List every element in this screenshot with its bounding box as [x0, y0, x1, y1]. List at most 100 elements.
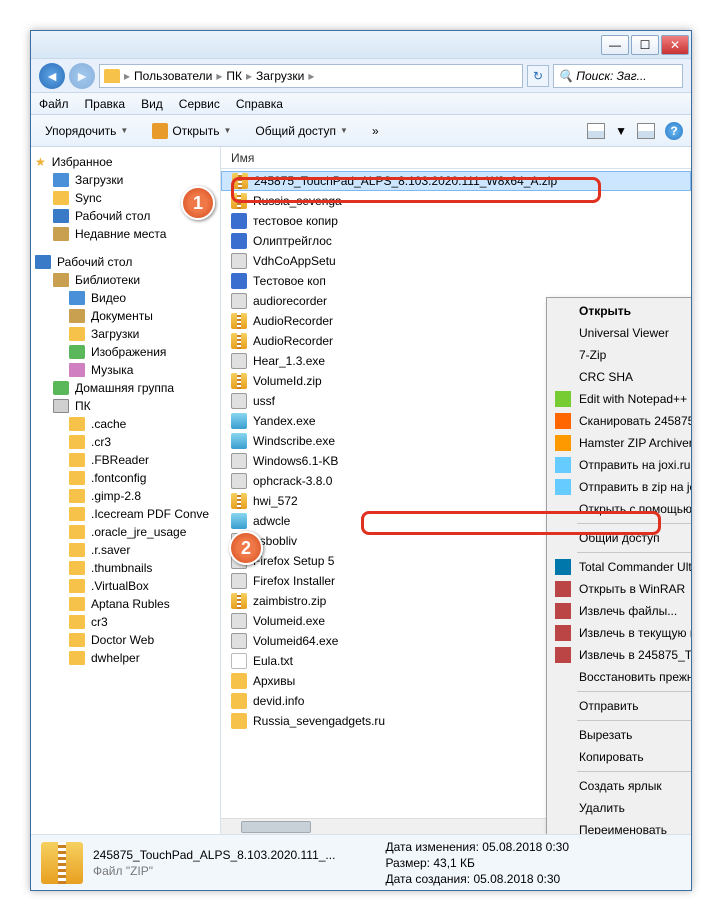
breadcrumb-downloads[interactable]: Загрузки	[256, 69, 304, 83]
sidebar-item-music[interactable]: Музыка	[35, 361, 216, 379]
sidebar-libraries[interactable]: Библиотеки	[35, 271, 216, 289]
sidebar-item-folder[interactable]: .fontconfig	[35, 469, 216, 487]
ctx-shortcut[interactable]: Создать ярлык	[549, 775, 691, 797]
ctx-extract-to[interactable]: Извлечь в 245875_TouchPad_ALPS_8.103.202…	[549, 644, 691, 666]
ctx-extract-files[interactable]: Извлечь файлы...	[549, 600, 691, 622]
file-row[interactable]: Russia_sevenga	[221, 191, 691, 211]
sidebar-item-downloads[interactable]: Загрузки	[35, 171, 216, 189]
doc-icon	[231, 213, 247, 229]
ctx-rename[interactable]: Переименовать	[549, 819, 691, 834]
folder-icon	[69, 633, 85, 647]
ctx-universal-viewer[interactable]: Universal Viewer	[549, 322, 691, 344]
view-icon[interactable]	[587, 123, 605, 139]
ctx-delete[interactable]: Удалить	[549, 797, 691, 819]
ctx-7zip[interactable]: 7-Zip▶	[549, 344, 691, 366]
sidebar-favorites[interactable]: ★Избранное	[35, 153, 216, 171]
label: .VirtualBox	[91, 579, 149, 593]
folder-icon	[69, 651, 85, 665]
share-button[interactable]: Общий доступ▼	[249, 122, 354, 140]
body: ★Избранное Загрузки Sync Рабочий стол Не…	[31, 147, 691, 834]
help-icon[interactable]: ?	[665, 122, 683, 140]
file-row[interactable]: 245875_TouchPad_ALPS_8.103.2020.111_W8x6…	[221, 171, 691, 191]
ctx-cut[interactable]: Вырезать	[549, 724, 691, 746]
sidebar-item-folder[interactable]: cr3	[35, 613, 216, 631]
ctx-share[interactable]: Общий доступ▶	[549, 527, 691, 549]
refresh-button[interactable]: ↻	[527, 65, 549, 87]
file-name: VdhCoAppSetu	[253, 254, 336, 268]
ctx-extract-here[interactable]: Извлечь в текущую папку	[549, 622, 691, 644]
ctx-copy[interactable]: Копировать	[549, 746, 691, 768]
menu-file[interactable]: Файл	[39, 97, 69, 111]
label: Музыка	[91, 363, 133, 377]
file-row[interactable]: тестовое копир	[221, 211, 691, 231]
ctx-notepad[interactable]: Edit with Notepad++	[549, 388, 691, 410]
ctx-joxi[interactable]: Отправить на joxi.ru	[549, 454, 691, 476]
recent-icon	[53, 227, 69, 241]
forward-button[interactable]: ►	[69, 63, 95, 89]
sidebar-item-folder[interactable]: .thumbnails	[35, 559, 216, 577]
sidebar-item-folder[interactable]: .r.saver	[35, 541, 216, 559]
organize-button[interactable]: Упорядочить▼	[39, 122, 134, 140]
ctx-hamster[interactable]: Hamster ZIP Archiver▶	[549, 432, 691, 454]
file-row[interactable]: Тестовое коп	[221, 271, 691, 291]
label: Извлечь файлы...	[579, 604, 677, 618]
sidebar-item-folder[interactable]: Doctor Web	[35, 631, 216, 649]
breadcrumb-pc[interactable]: ПК	[226, 69, 242, 83]
scroll-thumb[interactable]	[241, 821, 311, 833]
menu-view[interactable]: Вид	[141, 97, 163, 111]
preview-pane-icon[interactable]	[637, 123, 655, 139]
ctx-send-to[interactable]: Отправить▶	[549, 695, 691, 717]
ctx-joxi-zip[interactable]: Отправить в zip на joxi.ru	[549, 476, 691, 498]
file-row[interactable]: VdhCoAppSetu	[221, 251, 691, 271]
ctx-winrar-open[interactable]: Открыть в WinRAR	[549, 578, 691, 600]
search-input[interactable]: 🔍 Поиск: Заг...	[553, 64, 683, 88]
back-button[interactable]: ◄	[39, 63, 65, 89]
ctx-scan[interactable]: Сканировать 245875_TouchPad_ALPS_8.103.2…	[549, 410, 691, 432]
callout-1: 1	[181, 186, 215, 220]
column-header-name[interactable]: Имя	[221, 147, 691, 169]
folder-icon	[69, 489, 85, 503]
maximize-button[interactable]: ☐	[631, 35, 659, 55]
menu-tools[interactable]: Сервис	[179, 97, 220, 111]
sidebar-pc[interactable]: ПК	[35, 397, 216, 415]
address-bar[interactable]: ▸ Пользователи ▸ ПК ▸ Загрузки ▸	[99, 64, 523, 88]
minimize-button[interactable]: —	[601, 35, 629, 55]
sidebar-item-docs[interactable]: Документы	[35, 307, 216, 325]
label: Общий доступ	[579, 531, 660, 545]
breadcrumb-users[interactable]: Пользователи	[134, 69, 212, 83]
more-button[interactable]: »	[366, 122, 385, 140]
ctx-open[interactable]: Открыть	[549, 300, 691, 322]
menu-edit[interactable]: Правка	[85, 97, 126, 111]
label: Вырезать	[579, 728, 632, 742]
sidebar-item-folder[interactable]: .gimp-2.8	[35, 487, 216, 505]
label: Создать ярлык	[579, 779, 662, 793]
ctx-open-with[interactable]: Открыть с помощью▶	[549, 498, 691, 520]
ctx-crc-sha[interactable]: CRC SHA▶	[549, 366, 691, 388]
sidebar-item-dl[interactable]: Загрузки	[35, 325, 216, 343]
sidebar-homegroup[interactable]: Домашняя группа	[35, 379, 216, 397]
ctx-restore[interactable]: Восстановить прежнюю версию	[549, 666, 691, 688]
sidebar-item-recent[interactable]: Недавние места	[35, 225, 216, 243]
sidebar-item-folder[interactable]: Aptana Rubles	[35, 595, 216, 613]
sidebar-item-folder[interactable]: .cr3	[35, 433, 216, 451]
sidebar-item-images[interactable]: Изображения	[35, 343, 216, 361]
close-button[interactable]: ✕	[661, 35, 689, 55]
ctx-total-commander[interactable]: Total Commander Ultima Prime▶	[549, 556, 691, 578]
folder-icon	[231, 673, 247, 689]
sidebar-item-folder[interactable]: dwhelper	[35, 649, 216, 667]
open-button[interactable]: Открыть▼	[146, 121, 237, 141]
file-name: Russia_sevengadgets.ru	[253, 714, 385, 728]
folder-icon	[69, 435, 85, 449]
file-row[interactable]: Олиптрейглос	[221, 231, 691, 251]
sidebar-item-folder[interactable]: .oracle_jre_usage	[35, 523, 216, 541]
file-name: Firefox Installer	[253, 574, 335, 588]
exe-icon	[231, 293, 247, 309]
sidebar-item-folder[interactable]: .cache	[35, 415, 216, 433]
sidebar-desktop[interactable]: Рабочий стол	[35, 253, 216, 271]
sidebar-item-folder[interactable]: .Icecream PDF Conve	[35, 505, 216, 523]
menu-help[interactable]: Справка	[236, 97, 283, 111]
label: Размер:	[385, 856, 430, 870]
sidebar-item-video[interactable]: Видео	[35, 289, 216, 307]
sidebar-item-folder[interactable]: .FBReader	[35, 451, 216, 469]
sidebar-item-folder[interactable]: .VirtualBox	[35, 577, 216, 595]
